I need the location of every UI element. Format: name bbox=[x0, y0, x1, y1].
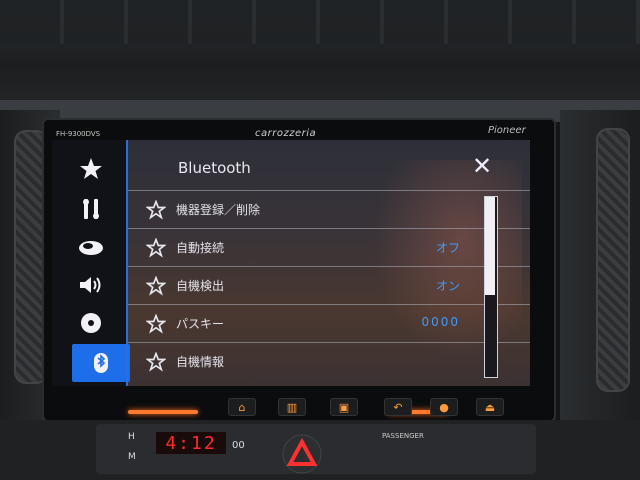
model-label: FH-9300DVS bbox=[56, 130, 101, 138]
star-icon bbox=[80, 158, 102, 179]
list-item-value: オフ bbox=[435, 241, 460, 255]
list-item-device-register[interactable]: 機器登録／削除 bbox=[128, 190, 530, 229]
hour-button-label[interactable]: H bbox=[128, 432, 135, 442]
list-item-visibility[interactable]: 自機検出 オン bbox=[128, 266, 530, 305]
favorite-star-icon[interactable] bbox=[146, 276, 166, 296]
list-item-label: パスキー bbox=[176, 317, 225, 331]
hazard-icon bbox=[282, 434, 322, 474]
rail-audio-button[interactable] bbox=[66, 268, 116, 302]
close-icon: ✕ bbox=[472, 152, 493, 180]
mic-icon: ● bbox=[439, 400, 449, 414]
list-item-auto-connect[interactable]: 自動接続 オフ bbox=[128, 228, 530, 267]
phone-icon: ⌂ bbox=[238, 400, 246, 414]
small-display: 00 bbox=[232, 440, 245, 451]
list-item-value: 0000 bbox=[421, 315, 460, 329]
button-glow-left bbox=[128, 410, 198, 414]
scrollbar-thumb[interactable] bbox=[485, 197, 495, 295]
favorite-star-icon[interactable] bbox=[146, 200, 166, 220]
brand-logo: carrozzeria bbox=[255, 128, 317, 139]
air-vent bbox=[0, 0, 640, 44]
maker-logo: Pioneer bbox=[488, 125, 526, 136]
hw-phone-button[interactable]: ⌂ bbox=[228, 398, 256, 416]
list-item-device-info[interactable]: 自機情報 bbox=[128, 342, 530, 381]
rail-favorites-button[interactable] bbox=[66, 152, 116, 186]
eject-icon: ⏏ bbox=[484, 400, 496, 414]
hw-menu-button[interactable]: ▥ bbox=[278, 398, 306, 416]
list-item-passkey[interactable]: パスキー 0000 bbox=[128, 304, 530, 343]
rail-disc-button[interactable] bbox=[66, 306, 116, 340]
clock-display: 4:12 bbox=[156, 432, 226, 454]
hw-eject-button[interactable]: ⏏ bbox=[476, 398, 504, 416]
favorite-star-icon[interactable] bbox=[146, 352, 166, 372]
speaker-icon bbox=[80, 277, 101, 293]
hazard-button[interactable] bbox=[282, 434, 322, 474]
car-icon bbox=[79, 241, 103, 255]
hw-nav-button[interactable]: ▣ bbox=[330, 398, 358, 416]
settings-tools-icon bbox=[83, 199, 99, 219]
list-item-label: 自機情報 bbox=[176, 355, 225, 369]
favorite-star-icon[interactable] bbox=[146, 238, 166, 258]
favorite-star-icon[interactable] bbox=[146, 314, 166, 334]
rail-settings-button[interactable] bbox=[66, 192, 116, 226]
page-title: Bluetooth bbox=[178, 159, 251, 177]
bluetooth-icon bbox=[94, 353, 108, 373]
minute-button-label[interactable]: M bbox=[128, 452, 136, 462]
carbon-trim-right bbox=[596, 128, 630, 392]
touch-screen: Bluetooth ✕ 機器登録／削除 自動接続 オフ 自機検出 オン パスキー… bbox=[52, 140, 530, 386]
rail-bluetooth-button[interactable] bbox=[76, 346, 126, 380]
back-icon: ↶ bbox=[393, 400, 403, 414]
list-item-label: 自機検出 bbox=[176, 279, 225, 293]
close-button[interactable]: ✕ bbox=[472, 154, 492, 178]
list-item-label: 自動接続 bbox=[176, 241, 225, 255]
hw-voice-button[interactable]: ● bbox=[430, 398, 458, 416]
grid-icon: ▥ bbox=[286, 400, 298, 414]
map-icon: ▣ bbox=[338, 400, 350, 414]
passenger-label: PASSENGER bbox=[382, 432, 424, 440]
hw-back-button[interactable]: ↶ bbox=[384, 398, 412, 416]
disc-icon bbox=[81, 313, 101, 333]
list-item-value: オン bbox=[435, 279, 460, 293]
list-item-label: 機器登録／削除 bbox=[176, 203, 261, 217]
rail-vehicle-button[interactable] bbox=[66, 230, 116, 264]
